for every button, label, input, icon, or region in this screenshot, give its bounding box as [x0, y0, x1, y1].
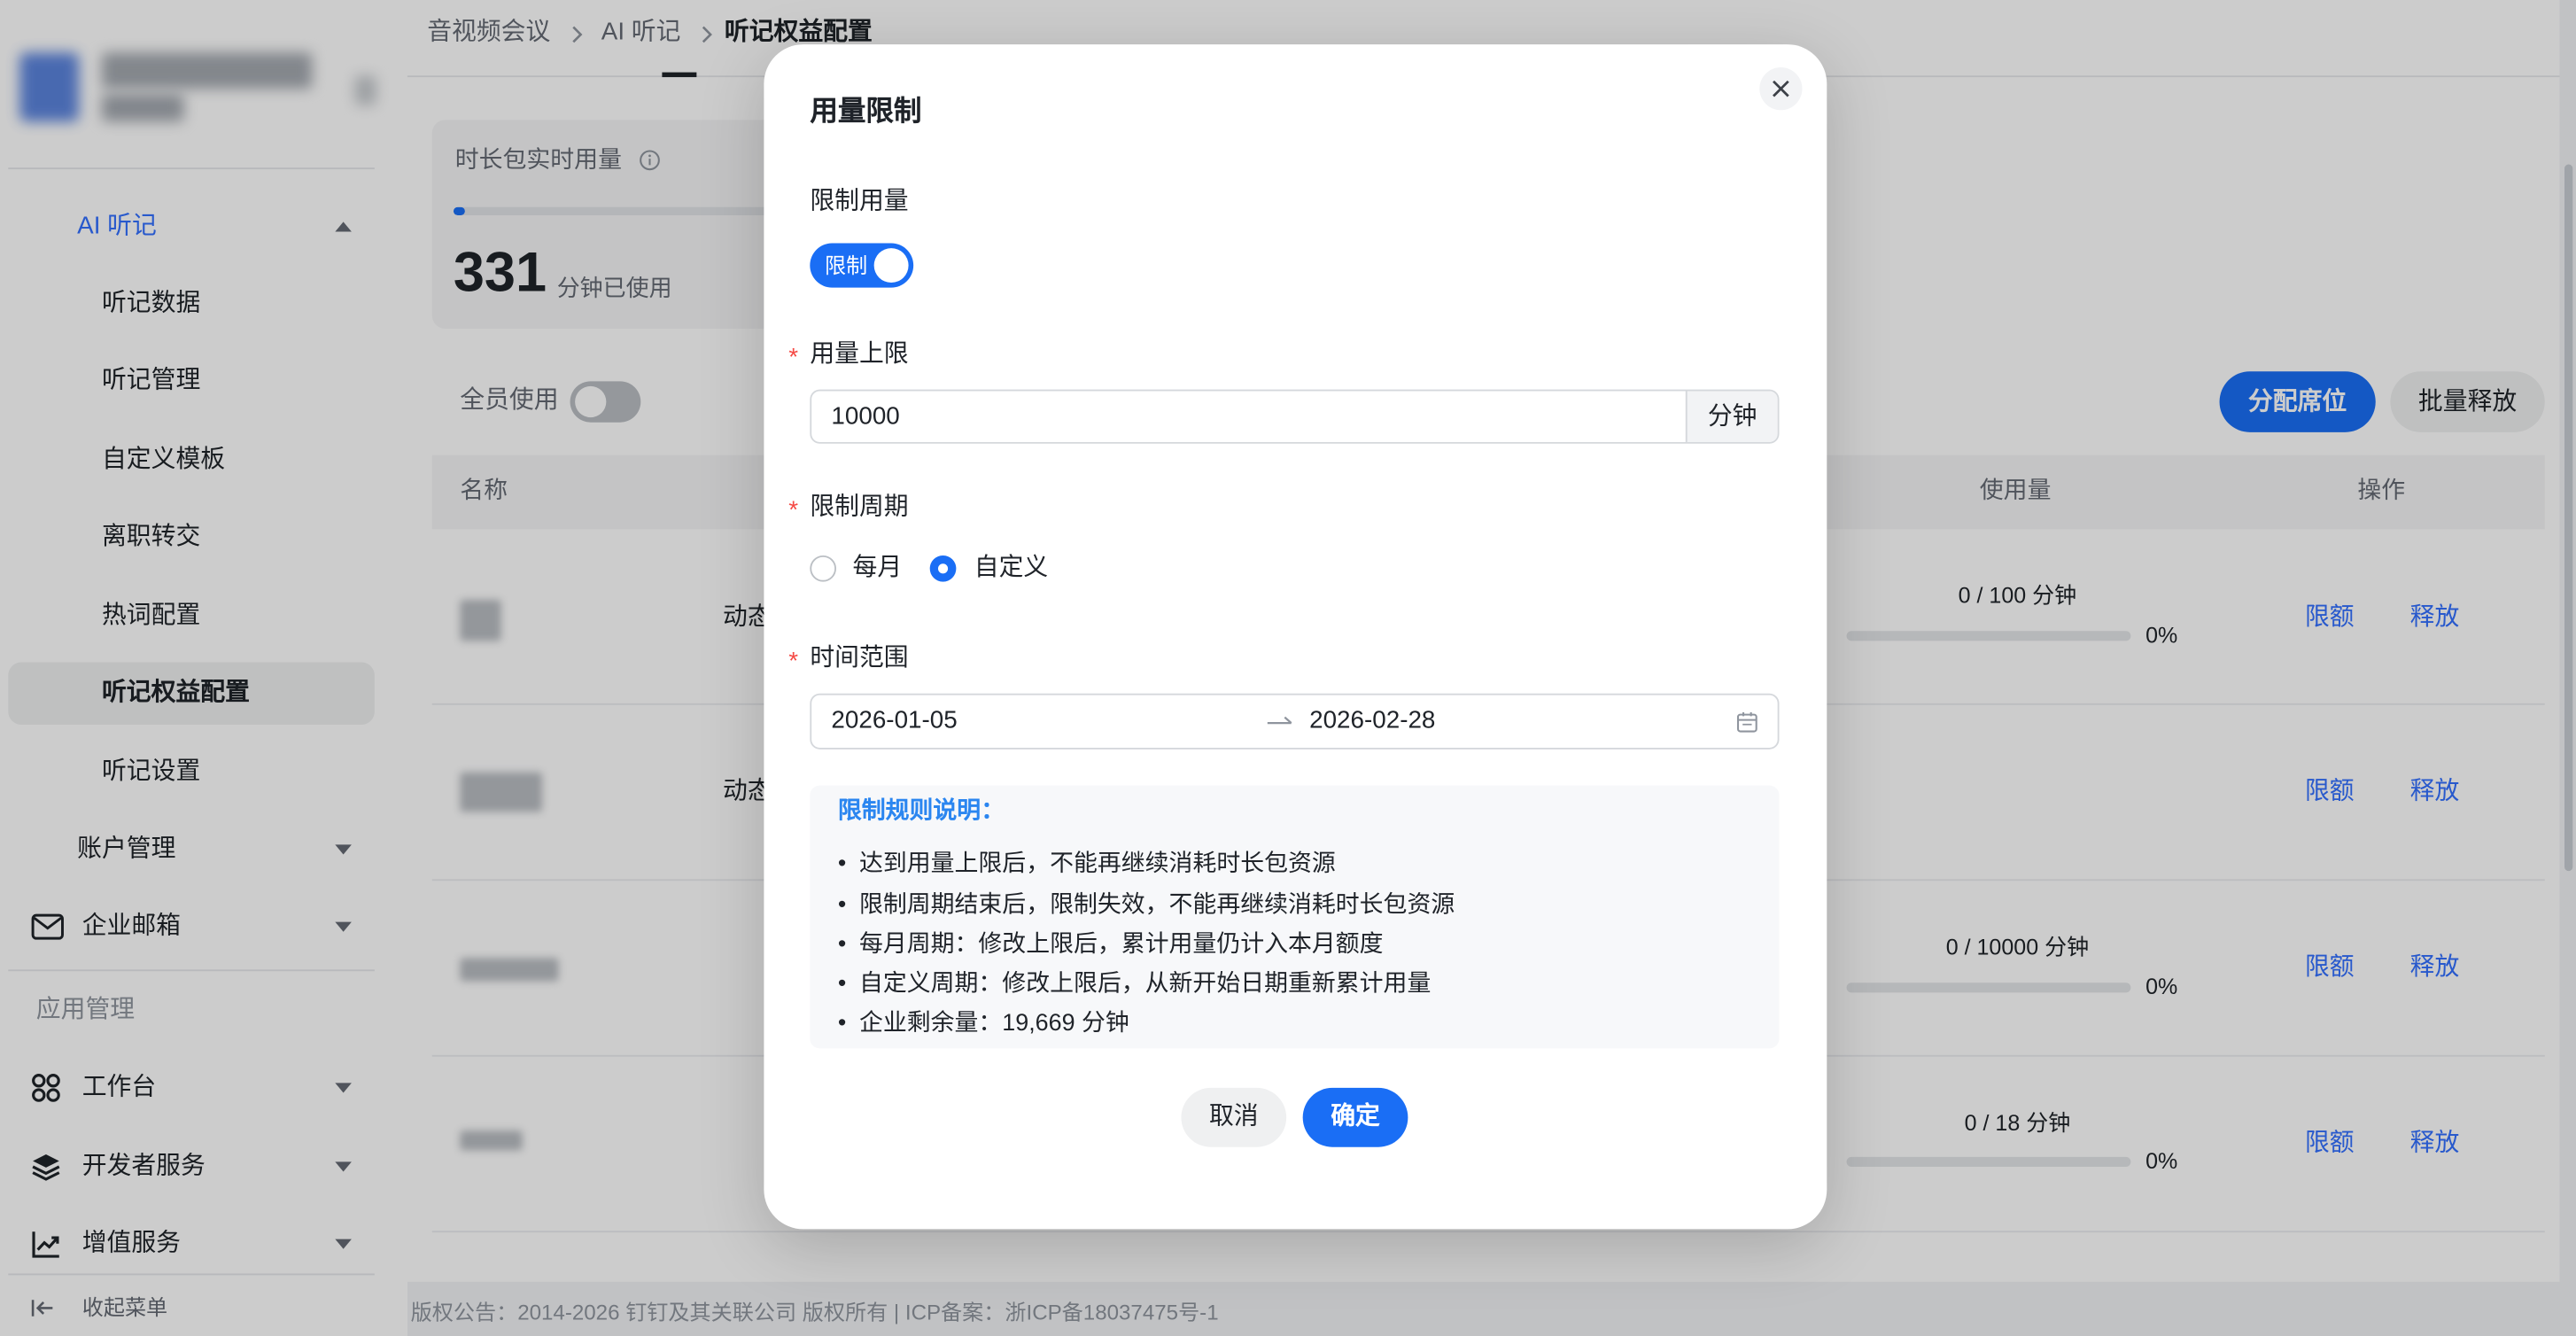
time-range-label: 时间范围 [810, 644, 909, 672]
rule-item: 自定义周期：修改上限后，从新开始日期重新累计用量 [838, 968, 1431, 1001]
period-radio-monthly[interactable] [810, 555, 836, 582]
required-mark: * [788, 496, 799, 524]
rule-item: 企业剩余量：19,669 分钟 [838, 1007, 1129, 1040]
limit-usage-toggle[interactable]: 限制 [810, 243, 914, 288]
close-button[interactable] [1759, 67, 1803, 111]
toggle-knob [873, 248, 909, 284]
rule-item: 限制周期结束后，限制失效，不能再继续消耗时长包资源 [838, 889, 1455, 921]
period-option-label[interactable]: 自定义 [974, 552, 1048, 585]
calendar-icon[interactable] [1736, 711, 1757, 733]
usage-cap-label: 用量上限 [810, 339, 909, 369]
usage-cap-field: 分钟 [810, 389, 1780, 444]
toggle-text: 限制 [825, 252, 868, 278]
required-mark: * [788, 343, 799, 372]
limit-rules-box: 限制规则说明： 达到用量上限后，不能再继续消耗时长包资源 限制周期结束后，限制失… [810, 785, 1780, 1049]
app-window: AI 听记 听记数据 听记管理 自定义模板 离职转交 热词配置 听记权益配置 听… [0, 0, 2576, 1336]
rule-item: 每月周期：修改上限后，累计用量仍计入本月额度 [838, 928, 1384, 961]
date-range-picker [810, 693, 1780, 750]
usage-cap-unit: 分钟 [1685, 391, 1778, 442]
limit-period-label: 限制周期 [810, 493, 909, 521]
required-mark: * [788, 647, 799, 676]
cancel-button[interactable]: 取消 [1181, 1087, 1287, 1147]
dialog-title: 用量限制 [810, 95, 922, 127]
arrow-right-icon [1267, 716, 1292, 725]
confirm-button[interactable]: 确定 [1302, 1087, 1408, 1147]
close-icon [1773, 80, 1789, 97]
period-radio-custom[interactable] [929, 555, 957, 582]
limit-usage-label: 限制用量 [810, 187, 909, 215]
usage-limit-dialog: 用量限制 限制用量 限制 * 用量上限 分钟 * 限制周期 每月 自定义 * 时… [764, 44, 1827, 1230]
period-option-label[interactable]: 每月 [853, 552, 903, 585]
range-start-input[interactable] [831, 695, 1243, 748]
rules-title: 限制规则说明： [837, 798, 1005, 826]
range-end-input[interactable] [1309, 695, 1720, 748]
rule-item: 达到用量上限后，不能再继续消耗时长包资源 [838, 848, 1336, 881]
usage-cap-input[interactable] [831, 391, 1653, 442]
